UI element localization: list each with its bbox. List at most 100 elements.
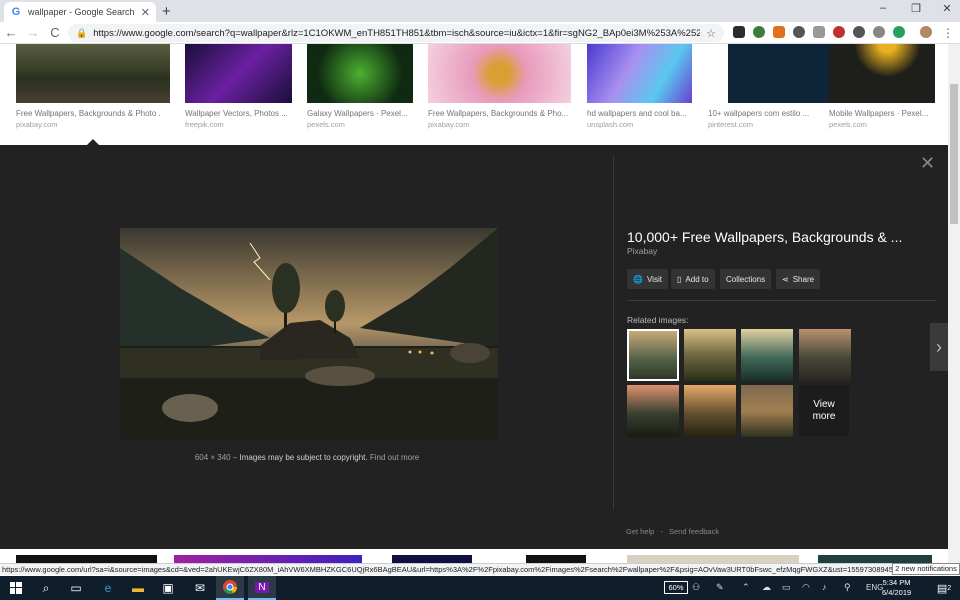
- result-image[interactable]: [428, 44, 571, 103]
- share-button[interactable]: ⋖ Share: [776, 269, 821, 289]
- new-tab-button[interactable]: +: [162, 3, 171, 20]
- scrollbar-thumb[interactable]: [950, 84, 958, 224]
- add-to-button[interactable]: ▯ Add to: [671, 269, 715, 289]
- result-image[interactable]: [829, 44, 935, 103]
- vertical-scrollbar[interactable]: [948, 44, 960, 568]
- start-button[interactable]: [2, 576, 30, 600]
- close-viewer-icon[interactable]: ✕: [920, 153, 935, 174]
- back-button[interactable]: ←: [0, 25, 22, 40]
- wifi-icon[interactable]: ◠: [802, 582, 810, 593]
- recycle-extension-icon[interactable]: [753, 26, 765, 38]
- result-caption[interactable]: Free Wallpapers, Backgrounds & Pho...: [428, 109, 573, 118]
- result-caption[interactable]: hd wallpapers and cool ba...: [587, 109, 697, 118]
- result-thumbnail[interactable]: Galaxy Wallpapers · Pexel... pexels.com: [307, 44, 417, 129]
- result-image[interactable]: [185, 44, 292, 103]
- result-domain: freepik.com: [185, 120, 224, 129]
- result-caption[interactable]: Mobile Wallpapers · Pexel...: [829, 109, 939, 118]
- find-out-more-link[interactable]: Find out more: [370, 453, 419, 462]
- result-image[interactable]: [392, 555, 472, 563]
- chrome-taskbar-icon[interactable]: [216, 576, 244, 600]
- edge-icon[interactable]: e: [94, 576, 122, 600]
- notification-icon: ▤: [936, 582, 948, 595]
- collections-button[interactable]: Collections: [720, 269, 772, 289]
- people-icon[interactable]: ⚇: [692, 582, 700, 593]
- view-more-button[interactable]: View more: [799, 385, 849, 436]
- extension-icon[interactable]: [733, 26, 745, 38]
- next-image-button[interactable]: ›: [930, 323, 948, 371]
- show-hidden-icons[interactable]: ⌃: [742, 582, 750, 593]
- extension-icon[interactable]: [793, 26, 805, 38]
- action-center-icon[interactable]: ▤ 2: [930, 576, 958, 600]
- tab-close-icon[interactable]: ✕: [141, 6, 150, 19]
- battery-indicator[interactable]: 60%: [664, 581, 688, 594]
- related-image-thumb[interactable]: [741, 385, 793, 437]
- bookmark-star-icon[interactable]: ☆: [706, 27, 716, 40]
- related-images-label: Related images:: [627, 315, 689, 325]
- url-text[interactable]: https://www.google.com/search?q=wallpape…: [93, 28, 700, 39]
- result-image[interactable]: [16, 555, 157, 563]
- result-thumbnail[interactable]: Free Wallpapers, Backgrounds & Photo ...…: [16, 44, 170, 129]
- related-image-thumb[interactable]: [627, 385, 679, 437]
- result-thumbnail[interactable]: Mobile Wallpapers · Pexel... pexels.com: [829, 44, 939, 129]
- tab-title: wallpaper - Google Search: [28, 7, 135, 17]
- result-caption[interactable]: 10+ wallpapers com estilo ...: [708, 109, 818, 118]
- get-help-link[interactable]: Get help: [626, 527, 654, 536]
- result-image[interactable]: [627, 555, 799, 563]
- related-image-thumb[interactable]: [799, 329, 851, 381]
- grammarly-extension-icon[interactable]: [893, 26, 905, 38]
- download-extension-icon[interactable]: [773, 26, 785, 38]
- cloud-icon[interactable]: ☁: [762, 582, 771, 593]
- result-thumbnail[interactable]: 10+ wallpapers com estilo ... pinterest.…: [708, 44, 831, 129]
- close-window-button[interactable]: ✕: [936, 2, 958, 15]
- image-results-row: Free Wallpapers, Backgrounds & Photo ...…: [0, 44, 948, 145]
- result-image[interactable]: [587, 44, 692, 103]
- input-indicator-icon[interactable]: ⚲: [844, 582, 851, 593]
- result-image[interactable]: [174, 555, 362, 563]
- preview-image[interactable]: [120, 228, 498, 440]
- file-explorer-icon[interactable]: ▬: [124, 576, 152, 600]
- extension-icon[interactable]: [853, 26, 865, 38]
- minimize-button[interactable]: –: [872, 2, 894, 14]
- search-taskbar-icon[interactable]: ⌕: [32, 576, 60, 600]
- result-thumbnail[interactable]: Wallpaper Vectors, Photos ... freepik.co…: [185, 44, 295, 129]
- result-thumbnail[interactable]: hd wallpapers and cool ba... unsplash.co…: [587, 44, 697, 129]
- result-image[interactable]: [16, 44, 170, 103]
- result-image[interactable]: [307, 44, 413, 103]
- related-image-thumb[interactable]: [684, 385, 736, 437]
- clock[interactable]: 5:34 PM 6/4/2019: [882, 578, 911, 598]
- result-caption[interactable]: Galaxy Wallpapers · Pexel...: [307, 109, 417, 118]
- view-more-line1: View: [813, 398, 835, 410]
- visit-button[interactable]: 🌐 Visit: [627, 269, 668, 289]
- volume-icon[interactable]: ♪: [822, 582, 827, 592]
- result-caption[interactable]: Free Wallpapers, Backgrounds & Photo ...: [16, 109, 161, 118]
- related-image-thumb[interactable]: [627, 329, 679, 381]
- result-image[interactable]: [526, 555, 586, 563]
- image-meta: 604 × 340 – Images may be subject to cop…: [0, 453, 614, 462]
- mail-icon[interactable]: ✉: [186, 576, 214, 600]
- profile-avatar[interactable]: [920, 26, 932, 38]
- reload-button[interactable]: C: [44, 25, 66, 40]
- language-indicator[interactable]: ENG: [866, 583, 883, 592]
- related-image-thumb[interactable]: [741, 329, 793, 381]
- result-image[interactable]: [728, 44, 831, 103]
- extension-icon[interactable]: [833, 26, 845, 38]
- address-bar[interactable]: 🔒 https://www.google.com/search?q=wallpa…: [68, 24, 724, 42]
- battery-tray-icon[interactable]: ▭: [782, 582, 791, 593]
- result-thumbnail[interactable]: Free Wallpapers, Backgrounds & Pho... pi…: [428, 44, 573, 129]
- chrome-menu-button[interactable]: ⋮: [942, 26, 954, 40]
- related-image-thumb[interactable]: [684, 329, 736, 381]
- store-icon[interactable]: ▣: [154, 576, 182, 600]
- image-title[interactable]: 10,000+ Free Wallpapers, Backgrounds & .…: [627, 229, 902, 245]
- maximize-button[interactable]: ❐: [905, 2, 927, 15]
- forward-button[interactable]: →: [22, 25, 44, 40]
- task-view-icon[interactable]: ▭: [62, 576, 90, 600]
- extension-icon[interactable]: [873, 26, 885, 38]
- pen-icon[interactable]: ✎: [716, 582, 724, 593]
- tab-wallpaper-search[interactable]: G wallpaper - Google Search ✕: [4, 2, 156, 22]
- send-feedback-link[interactable]: Send feedback: [669, 527, 719, 536]
- onenote-icon[interactable]: N: [248, 576, 276, 600]
- result-image[interactable]: [818, 555, 932, 563]
- extension-icon[interactable]: [813, 26, 825, 38]
- notification-toast[interactable]: 2 new notifications: [892, 563, 960, 575]
- result-caption[interactable]: Wallpaper Vectors, Photos ...: [185, 109, 295, 118]
